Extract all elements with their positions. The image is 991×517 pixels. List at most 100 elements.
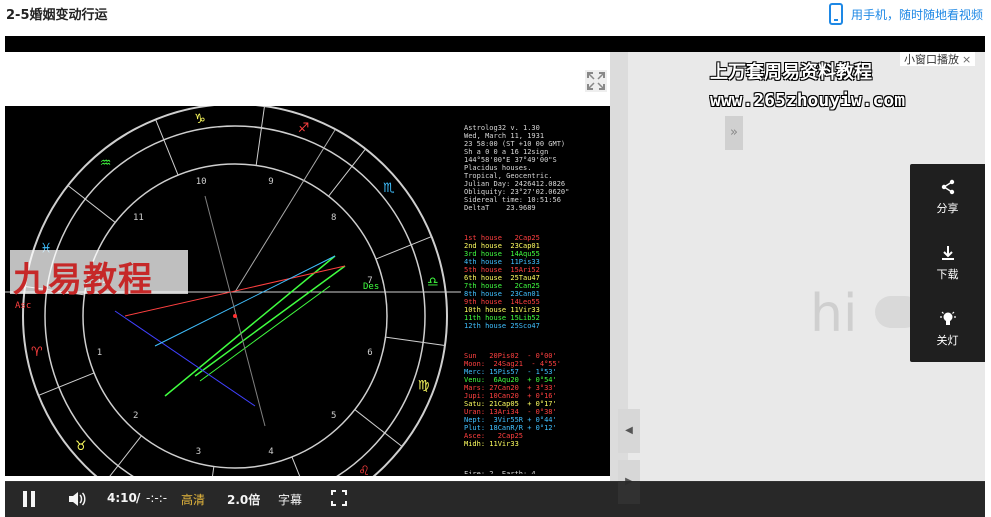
volume-icon[interactable]: [67, 489, 87, 509]
houses-line: 10th house 11Vir33: [464, 306, 540, 314]
left-arrow-icon[interactable]: ◀: [618, 409, 640, 453]
mobile-watch-link[interactable]: 用手机，随时随地看视频: [828, 3, 983, 25]
header-line: Sidereal time: 10:51:56: [464, 196, 561, 204]
info-planets: Sun 20Pis02 - 0°00' Moon: 24Sag21 - 4°55'…: [464, 352, 610, 448]
expand-icon[interactable]: [585, 70, 607, 92]
speed-button[interactable]: 2.0倍: [227, 491, 260, 508]
planets-line: Merc: 15Pis57 - 1°53': [464, 368, 557, 376]
houses-line: 2nd house 23Cap01: [464, 242, 540, 250]
planets-line: Midh: 11Vir33: [464, 440, 519, 448]
zodiac-sign-icon: ♌: [358, 464, 370, 476]
header-line: 144°58'00"E 37°49'00"S: [464, 156, 557, 164]
chart-info-panel: Astrolog32 v. 1.30 Wed, March 11, 1931 23 …: [461, 108, 610, 474]
page-title: 2-5婚姻变动行运: [6, 8, 108, 23]
house-number: 4: [268, 447, 273, 457]
share-label: 分享: [936, 202, 959, 215]
brand-text: 九易教程: [13, 260, 153, 300]
house-number: 1: [97, 348, 102, 358]
phone-icon: [828, 3, 843, 25]
close-icon[interactable]: ×: [962, 53, 971, 66]
pause-icon[interactable]: [22, 491, 36, 507]
svg-text:Asc: Asc: [15, 301, 31, 311]
download-label: 下载: [936, 268, 959, 281]
house-number: 3: [196, 447, 201, 457]
planets-line: Moon: 24Sag21 - 4°55': [464, 360, 561, 368]
houses-line: 7th house 2Can25: [464, 282, 540, 290]
download-button[interactable]: 下载: [910, 230, 985, 296]
header-line: Wed, March 11, 1931: [464, 132, 545, 140]
top-bar: 2-5婚姻变动行运 用手机，随时随地看视频: [0, 0, 991, 36]
house-number: 5: [331, 411, 336, 421]
planets-line: Mars: 27Can20 + 3°33': [464, 384, 557, 392]
planets-line: Nept: 3Vir55R + 0°44': [464, 416, 557, 424]
houses-line: 12th house 25Sco47: [464, 322, 540, 330]
lights-off-label: 关灯: [936, 334, 959, 347]
duration: -:-:-: [146, 491, 168, 505]
header-line: Sh a 0 0 a 16 12sign: [464, 148, 549, 156]
zodiac-sign-icon: ♒: [100, 156, 112, 171]
download-icon: [941, 246, 954, 260]
planets-line: Satu: 21Cap05 + 0°17': [464, 400, 557, 408]
share-icon: [941, 179, 954, 195]
header-line: DeltaT 23.9689: [464, 204, 536, 212]
header-line: 23 58:00 (ST +10 00 GMT): [464, 140, 566, 148]
planets-line: Sun 20Pis02 - 0°00': [464, 352, 557, 360]
zodiac-sign-icon: ♐: [298, 121, 310, 136]
watermark-line2: www.265zhouyiw.com: [710, 90, 906, 111]
video-frame-left: 123456789101112 ♈♉♊♋♌♍♎♏♐♑♒♓ Asc Des Ast…: [5, 52, 610, 482]
houses-line: 5th house 15Ari52: [464, 266, 540, 274]
planets-line: Plut: 18CanR/R + 0°12': [464, 424, 557, 432]
mobile-watch-label: 用手机，随时随地看视频: [850, 7, 983, 22]
quality-button[interactable]: 高清: [181, 491, 205, 508]
house-number: 6: [367, 348, 372, 358]
side-action-panel: 分享 下载 关灯: [910, 164, 985, 362]
houses-line: 11th house 15Lib52: [464, 314, 540, 322]
planets-line: Venu: 6Aqu20 + 0°54': [464, 376, 557, 384]
houses-line: 3rd house 14Aqu55: [464, 250, 540, 258]
info-houses: 1st house 2Cap25 2nd house 23Cap01 3rd hou…: [464, 234, 610, 330]
hi-text: hi: [810, 284, 858, 344]
collapse-chevron-icon[interactable]: »: [725, 116, 743, 150]
zodiac-sign-icon: ♎: [427, 275, 439, 290]
watermark-line1: 上万套周易资料教程: [710, 62, 872, 83]
footer-line: Fire: 2, Earth: 4,: [464, 470, 540, 474]
header-line: Tropical, Geocentric.: [464, 172, 553, 180]
lightbulb-icon: [939, 311, 956, 325]
house-number: 8: [331, 213, 336, 223]
info-footer: Fire: 2, Earth: 4,Air: 1, Water: 7Car: 7…: [464, 470, 610, 474]
houses-line: 6th house 25Tau47: [464, 274, 540, 282]
house-number: 9: [268, 177, 273, 187]
player-top-strip: [5, 36, 985, 52]
header-line: Placidus houses.: [464, 164, 532, 172]
houses-line: 8th house 23Can01: [464, 290, 540, 298]
zodiac-sign-icon: ♑: [194, 112, 206, 127]
share-button[interactable]: 分享: [910, 164, 985, 230]
houses-line: 9th house 14Leo55: [464, 298, 540, 306]
header-line: Julian Day: 2426412.0826: [464, 180, 566, 188]
brand-overlay: 九易教程: [10, 250, 188, 300]
house-number: 10: [196, 177, 207, 187]
info-header: Astrolog32 v. 1.30 Wed, March 11, 1931 23 …: [464, 124, 610, 212]
lights-off-button[interactable]: 关灯: [910, 296, 985, 362]
planets-line: Jupi: 10Can20 + 0°16': [464, 392, 557, 400]
house-number: 2: [133, 411, 138, 421]
planets-line: Asce: 2Cap25: [464, 432, 524, 440]
svg-text:Des: Des: [363, 282, 379, 292]
mini-window-label: 小窗口播放: [904, 53, 959, 66]
house-number: 11: [133, 213, 144, 223]
subtitle-button[interactable]: 字幕: [278, 491, 302, 508]
houses-line: 1st house 2Cap25: [464, 234, 540, 242]
planets-line: Uran: 13Ari34 - 0°38': [464, 408, 557, 416]
mini-window-button[interactable]: 小窗口播放 ×: [900, 52, 976, 66]
header-line: Astrolog32 v. 1.30: [464, 124, 540, 132]
current-time: 4:10: [107, 491, 137, 505]
time-separator: /: [136, 491, 141, 505]
video-player[interactable]: 123456789101112 ♈♉♊♋♌♍♎♏♐♑♒♓ Asc Des Ast…: [5, 36, 985, 517]
zodiac-sign-icon: ♍: [418, 379, 430, 394]
zodiac-sign-icon: ♏: [383, 181, 395, 196]
houses-line: 4th house 11Pis33: [464, 258, 540, 266]
fullscreen-icon[interactable]: [331, 490, 347, 506]
zodiac-sign-icon: ♉: [75, 439, 87, 454]
control-bar: 4:10 / -:-:- 高清 2.0倍 字幕: [5, 481, 985, 517]
zodiac-sign-icon: ♈: [31, 345, 43, 360]
